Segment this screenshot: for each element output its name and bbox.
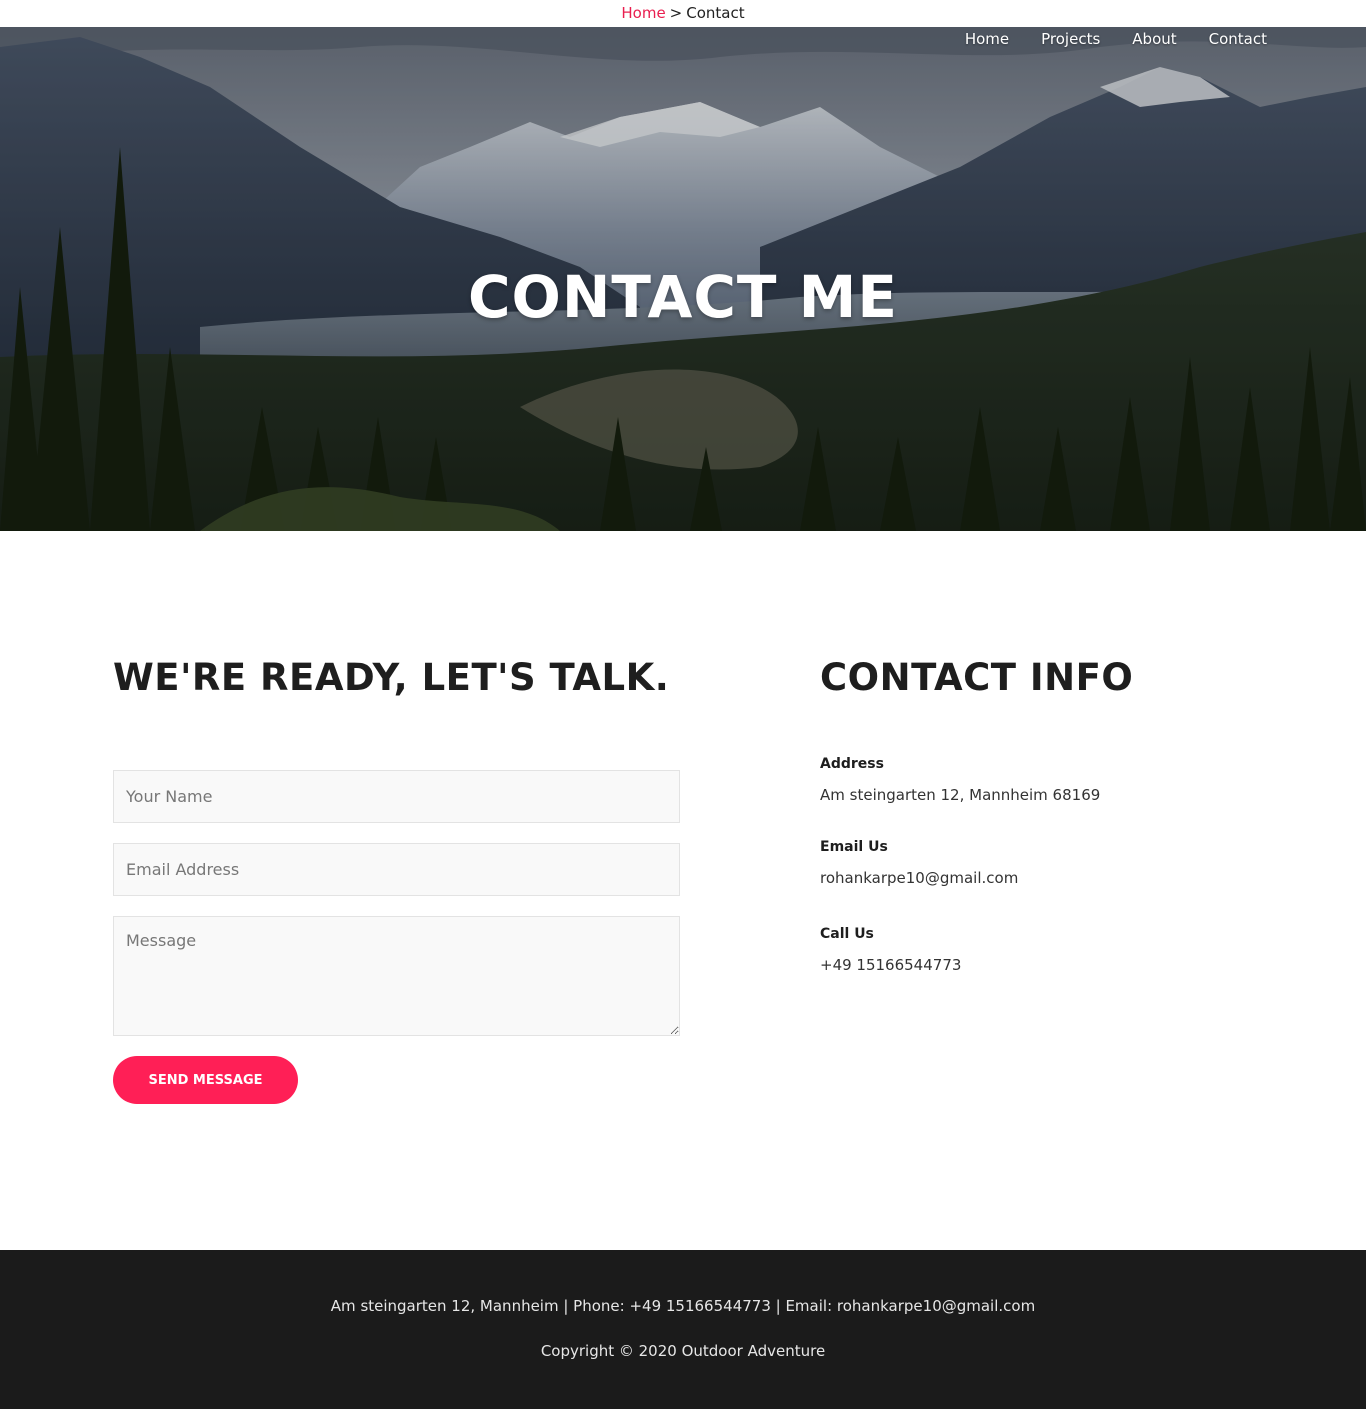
email-label: Email Us [820,839,888,855]
footer-contact-line: Am steingarten 12, Mannheim | Phone: +49… [330,1297,1036,1315]
nav-item-home[interactable]: Home [965,30,1009,48]
form-heading: WE'RE READY, LET'S TALK. [113,656,670,699]
message-textarea[interactable] [113,916,680,1036]
address-value: Am steingarten 12, Mannheim 68169 [820,786,1101,804]
send-message-button[interactable]: SEND MESSAGE [113,1056,298,1104]
breadcrumb: Home > Contact [0,0,1366,27]
nav-item-contact[interactable]: Contact [1209,30,1267,48]
page-title: CONTACT ME [467,263,899,331]
phone-value: +49 15166544773 [820,956,962,974]
breadcrumb-separator: > [669,4,683,22]
nav-item-projects[interactable]: Projects [1041,30,1100,48]
contact-info-heading: CONTACT INFO [820,656,1134,699]
page-footer: Am steingarten 12, Mannheim | Phone: +49… [0,1250,1366,1409]
hero-banner: Home Projects About Contact CONTACT ME [0,27,1366,531]
phone-label: Call Us [820,926,874,942]
breadcrumb-current: Contact [686,4,745,22]
email-value: rohankarpe10@gmail.com [820,869,1019,887]
address-label: Address [820,756,884,772]
top-navigation: Home Projects About Contact [965,27,1267,51]
footer-copyright: Copyright © 2020 Outdoor Adventure [540,1342,826,1360]
email-input[interactable] [113,843,680,896]
nav-item-about[interactable]: About [1132,30,1176,48]
breadcrumb-home-link[interactable]: Home [621,4,665,22]
name-input[interactable] [113,770,680,823]
